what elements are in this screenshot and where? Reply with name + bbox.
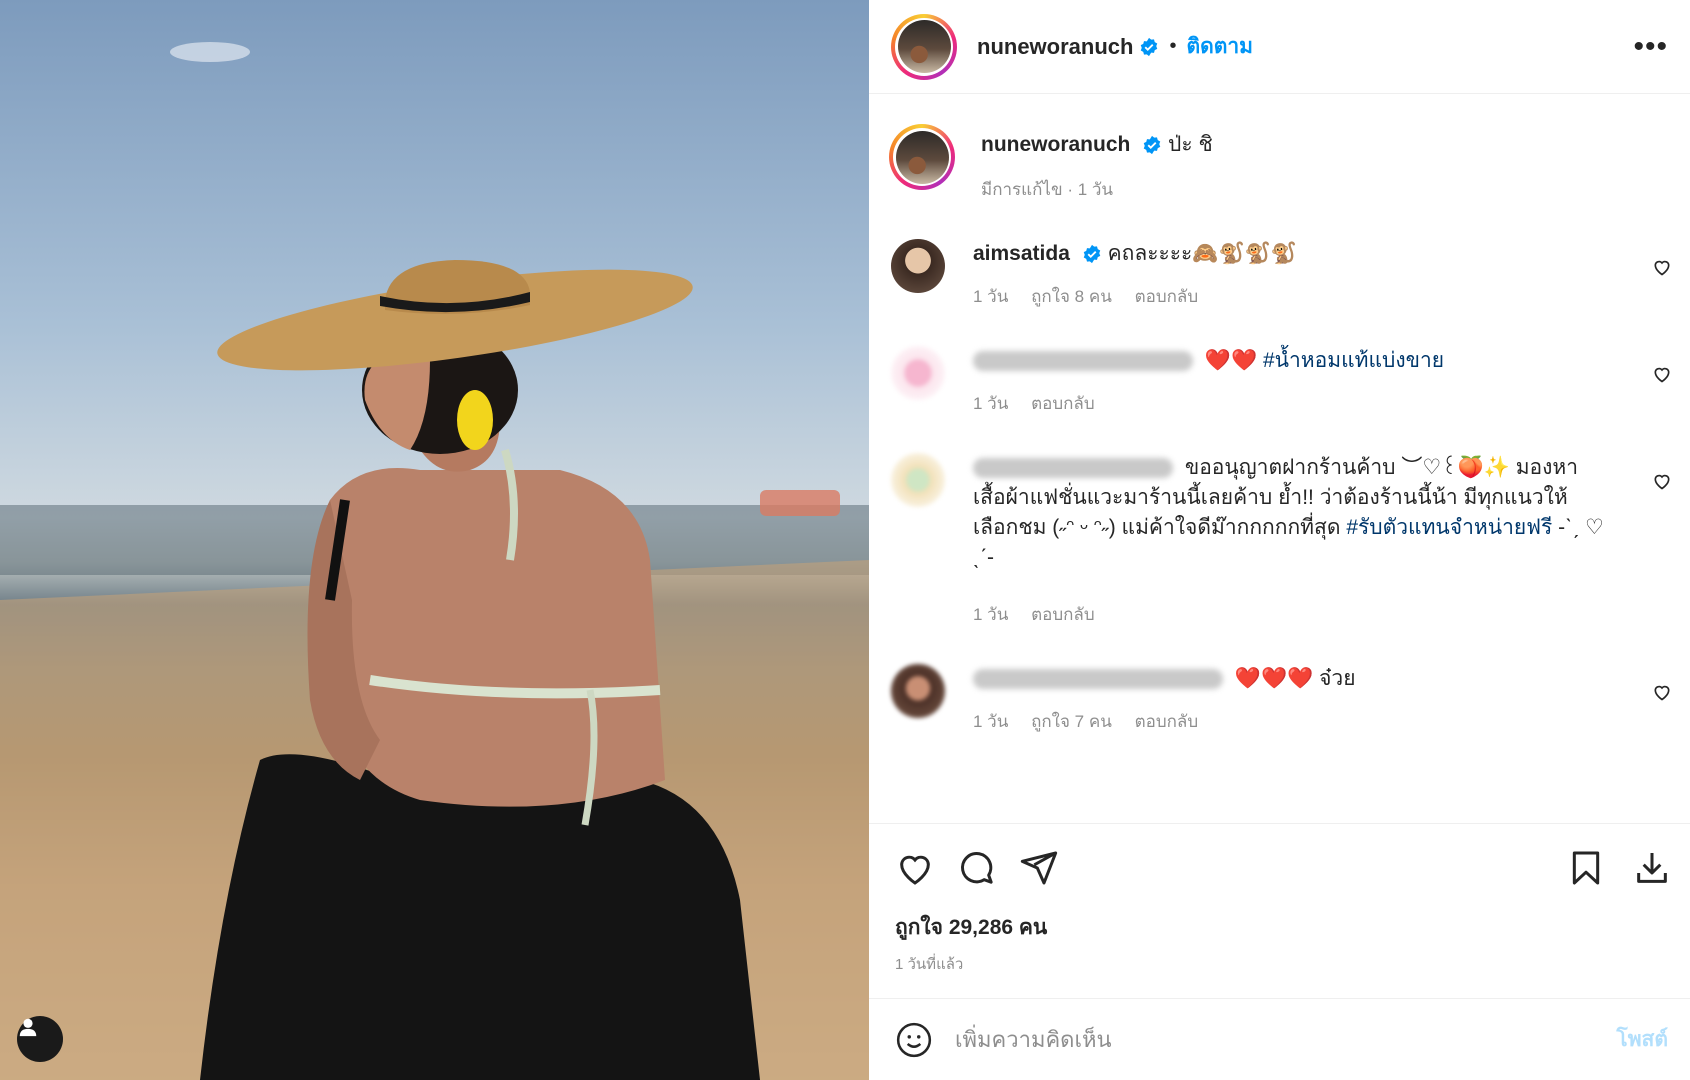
like-button[interactable] xyxy=(895,848,935,888)
paper-plane-icon xyxy=(1020,851,1058,884)
heart-icon[interactable] xyxy=(1652,257,1672,277)
photo-illustration xyxy=(0,42,869,1080)
post-comment-button[interactable]: โพสต์ xyxy=(1616,1023,1668,1056)
verified-badge-icon xyxy=(1083,245,1100,264)
comment-item: ❤️❤️ #น้ำหอมแท้แบ่งขาย 1 วัน ตอบกลับ xyxy=(891,346,1672,417)
comments-list: nuneworanuch ป่ะ ชิ มีการแก้ไข · 1 วัน a… xyxy=(869,94,1690,823)
reply-button[interactable]: ตอบกลับ xyxy=(1135,712,1199,731)
verified-badge-icon xyxy=(1143,136,1161,155)
commenter-username-blurred[interactable] xyxy=(973,458,1173,479)
more-options-button[interactable]: ••• xyxy=(1633,30,1668,64)
caption: nuneworanuch ป่ะ ชิ มีการแก้ไข · 1 วัน xyxy=(889,124,1672,203)
comment-text: ❤️❤️ xyxy=(1204,349,1258,372)
likes-count[interactable]: ถูกใจ 29,286 คน xyxy=(869,911,1690,944)
download-button[interactable] xyxy=(1632,848,1672,888)
heart-icon[interactable] xyxy=(1652,364,1672,384)
caption-avatar[interactable] xyxy=(889,124,955,190)
follow-button[interactable]: ติดตาม xyxy=(1186,30,1253,63)
comment-icon xyxy=(960,851,993,884)
hashtag-link[interactable]: #น้ำหอมแท้แบ่งขาย xyxy=(1263,349,1444,372)
reply-button[interactable]: ตอบกลับ xyxy=(1031,394,1095,413)
author-username[interactable]: nuneworanuch xyxy=(977,34,1133,60)
commenter-username-blurred[interactable] xyxy=(973,669,1223,690)
comment-likes[interactable]: ถูกใจ 7 คน xyxy=(1031,712,1112,731)
commenter-avatar[interactable] xyxy=(891,346,945,400)
hashtag-link[interactable]: #รับตัวแทนจำหน่ายฟรี xyxy=(1346,516,1552,539)
comment-likes[interactable]: ถูกใจ 8 คน xyxy=(1031,287,1112,306)
post-photo[interactable] xyxy=(0,0,869,1080)
caption-username[interactable]: nuneworanuch xyxy=(981,133,1130,156)
comment-time[interactable]: 1 วัน xyxy=(973,712,1008,731)
caption-text: ป่ะ ชิ xyxy=(1168,133,1213,156)
share-button[interactable] xyxy=(1019,848,1059,888)
bookmark-icon xyxy=(1572,851,1600,884)
verified-badge-icon xyxy=(1141,37,1158,56)
post-header: nuneworanuch • ติดตาม ••• xyxy=(869,0,1690,94)
save-button[interactable] xyxy=(1566,848,1606,888)
commenter-avatar[interactable] xyxy=(891,453,945,507)
download-icon xyxy=(1637,852,1667,883)
comment-item: ขออนุญาตฝากร้านค้าบ ︶♡꒰🍑✨ มองหาเสื้อผ้าแ… xyxy=(891,453,1672,628)
comment-text: คถละะะะ🙈🐒🐒🐒 xyxy=(1107,242,1297,265)
author-avatar[interactable] xyxy=(891,13,957,80)
caption-meta: มีการแก้ไข · 1 วัน xyxy=(981,180,1114,199)
reply-button[interactable]: ตอบกลับ xyxy=(1031,605,1095,624)
comment-item: aimsatida คถละะะะ🙈🐒🐒🐒 1 วัน ถูกใจ 8 คน ต… xyxy=(891,239,1672,310)
tagged-user-button[interactable] xyxy=(17,1016,63,1062)
post-sidebar: nuneworanuch • ติดตาม ••• nuneworanuch ป… xyxy=(869,0,1690,1080)
commenter-username[interactable]: aimsatida xyxy=(973,242,1070,265)
heart-icon[interactable] xyxy=(1652,682,1672,702)
commenter-avatar[interactable] xyxy=(891,664,945,718)
heart-icon[interactable] xyxy=(1652,471,1672,491)
comment-item: ❤️❤️❤️ จ๋วย 1 วัน ถูกใจ 7 คน ตอบกลับ xyxy=(891,664,1672,735)
heart-icon xyxy=(900,855,930,885)
comment-button[interactable] xyxy=(957,848,997,888)
comment-input[interactable]: เพิ่มความคิดเห็น xyxy=(955,1022,1616,1057)
commenter-avatar[interactable] xyxy=(891,239,945,293)
add-comment-bar: เพิ่มความคิดเห็น โพสต์ xyxy=(869,998,1690,1080)
header-separator: • xyxy=(1169,35,1177,57)
comment-time[interactable]: 1 วัน xyxy=(973,394,1008,413)
comment-time[interactable]: 1 วัน xyxy=(973,605,1008,624)
user-icon xyxy=(19,1018,37,1037)
posted-time: 1 วันที่แล้ว xyxy=(895,956,964,973)
comment-text: ❤️❤️❤️ จ๋วย xyxy=(1234,667,1356,690)
comment-time[interactable]: 1 วัน xyxy=(973,287,1008,306)
emoji-icon[interactable] xyxy=(895,1021,933,1059)
action-bar xyxy=(869,823,1690,911)
commenter-username-blurred[interactable] xyxy=(973,351,1193,372)
reply-button[interactable]: ตอบกลับ xyxy=(1135,287,1199,306)
